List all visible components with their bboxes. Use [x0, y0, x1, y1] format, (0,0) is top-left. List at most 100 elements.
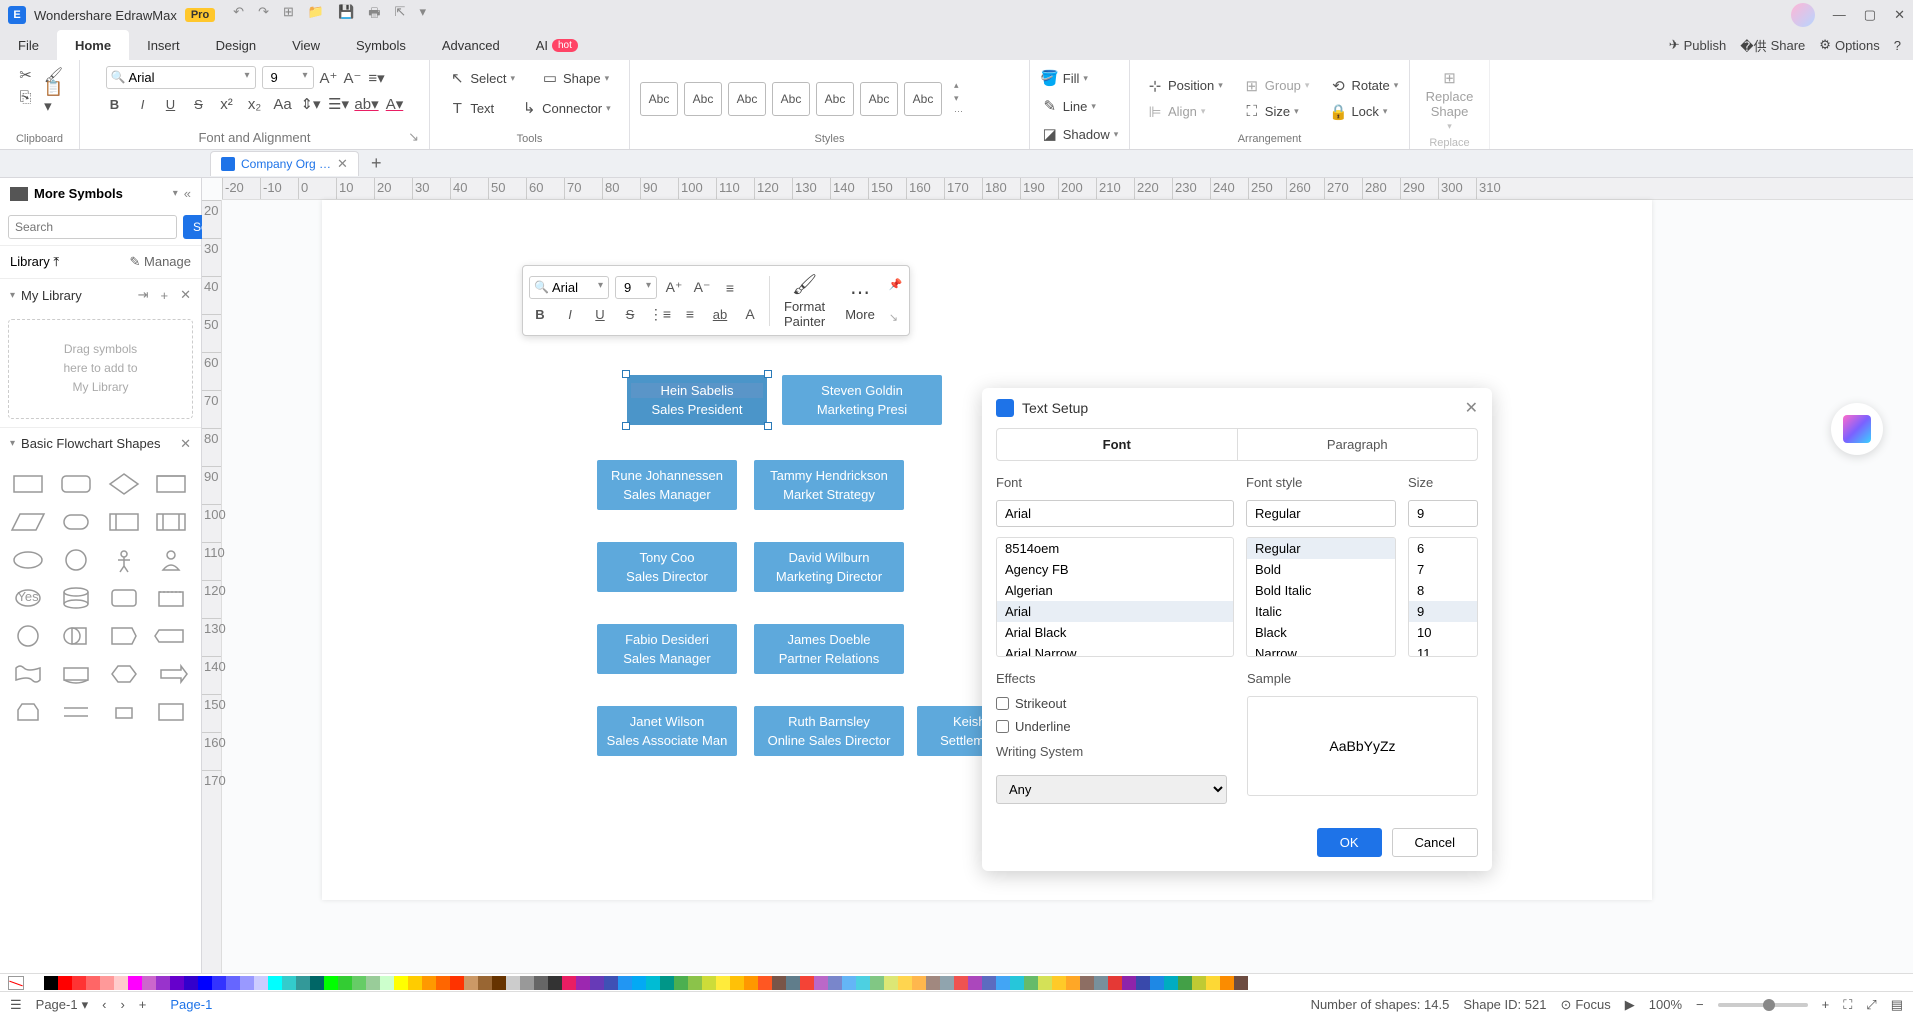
color-swatch[interactable] [646, 976, 660, 990]
underline-checkbox[interactable]: Underline [996, 719, 1227, 734]
color-swatch[interactable] [338, 976, 352, 990]
color-swatch[interactable] [184, 976, 198, 990]
style-option[interactable]: Abc [684, 82, 722, 116]
mini-more[interactable]: ⋯More [839, 280, 881, 322]
list-option[interactable]: 10 [1409, 622, 1477, 643]
shape-stencil[interactable] [10, 546, 46, 574]
color-swatch[interactable] [814, 976, 828, 990]
qat-more-icon[interactable]: ▾ [419, 4, 426, 26]
color-swatch[interactable] [492, 976, 506, 990]
strikethrough-icon[interactable]: S [190, 95, 208, 113]
shape-stencil[interactable] [58, 508, 94, 536]
more-symbols-button[interactable]: More Symbols [34, 186, 167, 201]
shadow-button[interactable]: ◪Shadow▾ [1035, 122, 1125, 146]
color-swatch[interactable] [1108, 976, 1122, 990]
color-swatch[interactable] [366, 976, 380, 990]
list-option[interactable]: 6 [1409, 538, 1477, 559]
org-node[interactable]: James DoeblePartner Relations [754, 624, 904, 674]
underline-icon[interactable]: U [162, 95, 180, 113]
zoom-slider[interactable] [1718, 1003, 1808, 1007]
fit-page-icon[interactable]: ⛶ [1843, 997, 1852, 1013]
org-node[interactable]: Janet WilsonSales Associate Man [597, 706, 737, 756]
color-swatch[interactable] [1234, 976, 1248, 990]
mini-expand-icon[interactable]: ↘ [889, 311, 903, 324]
publish-button[interactable]: ✈ Publish [1669, 37, 1727, 53]
color-swatch[interactable] [240, 976, 254, 990]
color-swatch[interactable] [1066, 976, 1080, 990]
mini-size-select[interactable]: 9 [615, 276, 657, 299]
mini-bullets-icon[interactable]: ⋮≡ [649, 303, 671, 325]
color-swatch[interactable] [72, 976, 86, 990]
list-option[interactable]: Italic [1247, 601, 1395, 622]
shape-stencil[interactable] [153, 660, 189, 688]
color-swatch[interactable] [898, 976, 912, 990]
color-swatch[interactable] [772, 976, 786, 990]
paste-icon[interactable]: 📋▾ [45, 88, 63, 106]
color-swatch[interactable] [548, 976, 562, 990]
color-swatch[interactable] [534, 976, 548, 990]
mini-pin-icon[interactable]: 📌 [889, 278, 903, 291]
list-option[interactable]: Agency FB [997, 559, 1233, 580]
zoom-in-icon[interactable]: + [1822, 997, 1830, 1012]
shape-stencil[interactable] [106, 622, 142, 650]
styles-more-icon[interactable]: ⋯ [954, 106, 963, 117]
ok-button[interactable]: OK [1317, 828, 1382, 857]
color-swatch[interactable] [660, 976, 674, 990]
page-selector[interactable]: Page-1 ▾ [36, 997, 88, 1013]
color-swatch[interactable] [520, 976, 534, 990]
new-icon[interactable]: ⊞ [283, 4, 294, 26]
color-swatch[interactable] [422, 976, 436, 990]
list-option[interactable]: 11 [1409, 643, 1477, 657]
list-option[interactable]: Bold Italic [1247, 580, 1395, 601]
color-swatch[interactable] [884, 976, 898, 990]
color-swatch[interactable] [114, 976, 128, 990]
fontstyle-listbox[interactable]: RegularBoldBold ItalicItalicBlackNarrowN… [1246, 537, 1396, 657]
color-swatch[interactable] [44, 976, 58, 990]
shape-stencil[interactable] [58, 622, 94, 650]
shape-stencil[interactable] [58, 546, 94, 574]
shape-tool[interactable]: ▭Shape▾ [535, 66, 615, 90]
line-button[interactable]: ✎Line▾ [1035, 94, 1102, 118]
rotate-button[interactable]: ⟲Rotate▾ [1323, 74, 1404, 98]
maximize-icon[interactable]: ▢ [1864, 7, 1876, 23]
color-swatch[interactable] [310, 976, 324, 990]
color-swatch[interactable] [450, 976, 464, 990]
undo-icon[interactable]: ↶ [233, 4, 244, 26]
menu-home[interactable]: Home [57, 30, 129, 60]
color-swatch[interactable] [352, 976, 366, 990]
my-library-section[interactable]: ▾ My Library ⇥ + ✕ [0, 278, 201, 311]
color-swatch[interactable] [940, 976, 954, 990]
connector-tool[interactable]: ↳Connector▾ [514, 96, 617, 120]
shape-stencil[interactable] [106, 470, 142, 498]
fill-button[interactable]: 🪣Fill▾ [1035, 66, 1094, 90]
line-spacing-icon[interactable]: ⇕▾ [302, 95, 320, 113]
shape-stencil[interactable] [153, 470, 189, 498]
list-option[interactable]: 7 [1409, 559, 1477, 580]
style-option[interactable]: Abc [816, 82, 854, 116]
color-swatch[interactable] [170, 976, 184, 990]
page-list-icon[interactable]: ☰ [10, 997, 22, 1013]
color-swatch[interactable] [604, 976, 618, 990]
font-color-icon[interactable]: A▾ [386, 95, 404, 113]
color-swatch[interactable] [1080, 976, 1094, 990]
mini-strike-icon[interactable]: S [619, 303, 641, 325]
size-button[interactable]: ⛶Size▾ [1237, 100, 1316, 124]
color-swatch[interactable] [1010, 976, 1024, 990]
color-swatch[interactable] [464, 976, 478, 990]
close-icon[interactable]: ✕ [1894, 7, 1905, 23]
writing-system-select[interactable]: Any [996, 775, 1227, 804]
dialog-close-icon[interactable]: ✕ [1465, 398, 1478, 418]
strikeout-checkbox[interactable]: Strikeout [996, 696, 1227, 711]
color-swatch[interactable] [100, 976, 114, 990]
fullscreen-icon[interactable]: ⤢ [1866, 997, 1876, 1013]
color-swatch[interactable] [926, 976, 940, 990]
add-page-icon[interactable]: + [139, 997, 147, 1012]
color-swatch[interactable] [870, 976, 884, 990]
color-swatch[interactable] [800, 976, 814, 990]
collapse-panel-icon[interactable]: « [184, 186, 191, 201]
color-swatch[interactable] [394, 976, 408, 990]
color-swatch[interactable] [30, 976, 44, 990]
menu-file[interactable]: File [0, 30, 57, 60]
align-button[interactable]: ⊫Align▾ [1140, 100, 1229, 124]
style-option[interactable]: Abc [860, 82, 898, 116]
